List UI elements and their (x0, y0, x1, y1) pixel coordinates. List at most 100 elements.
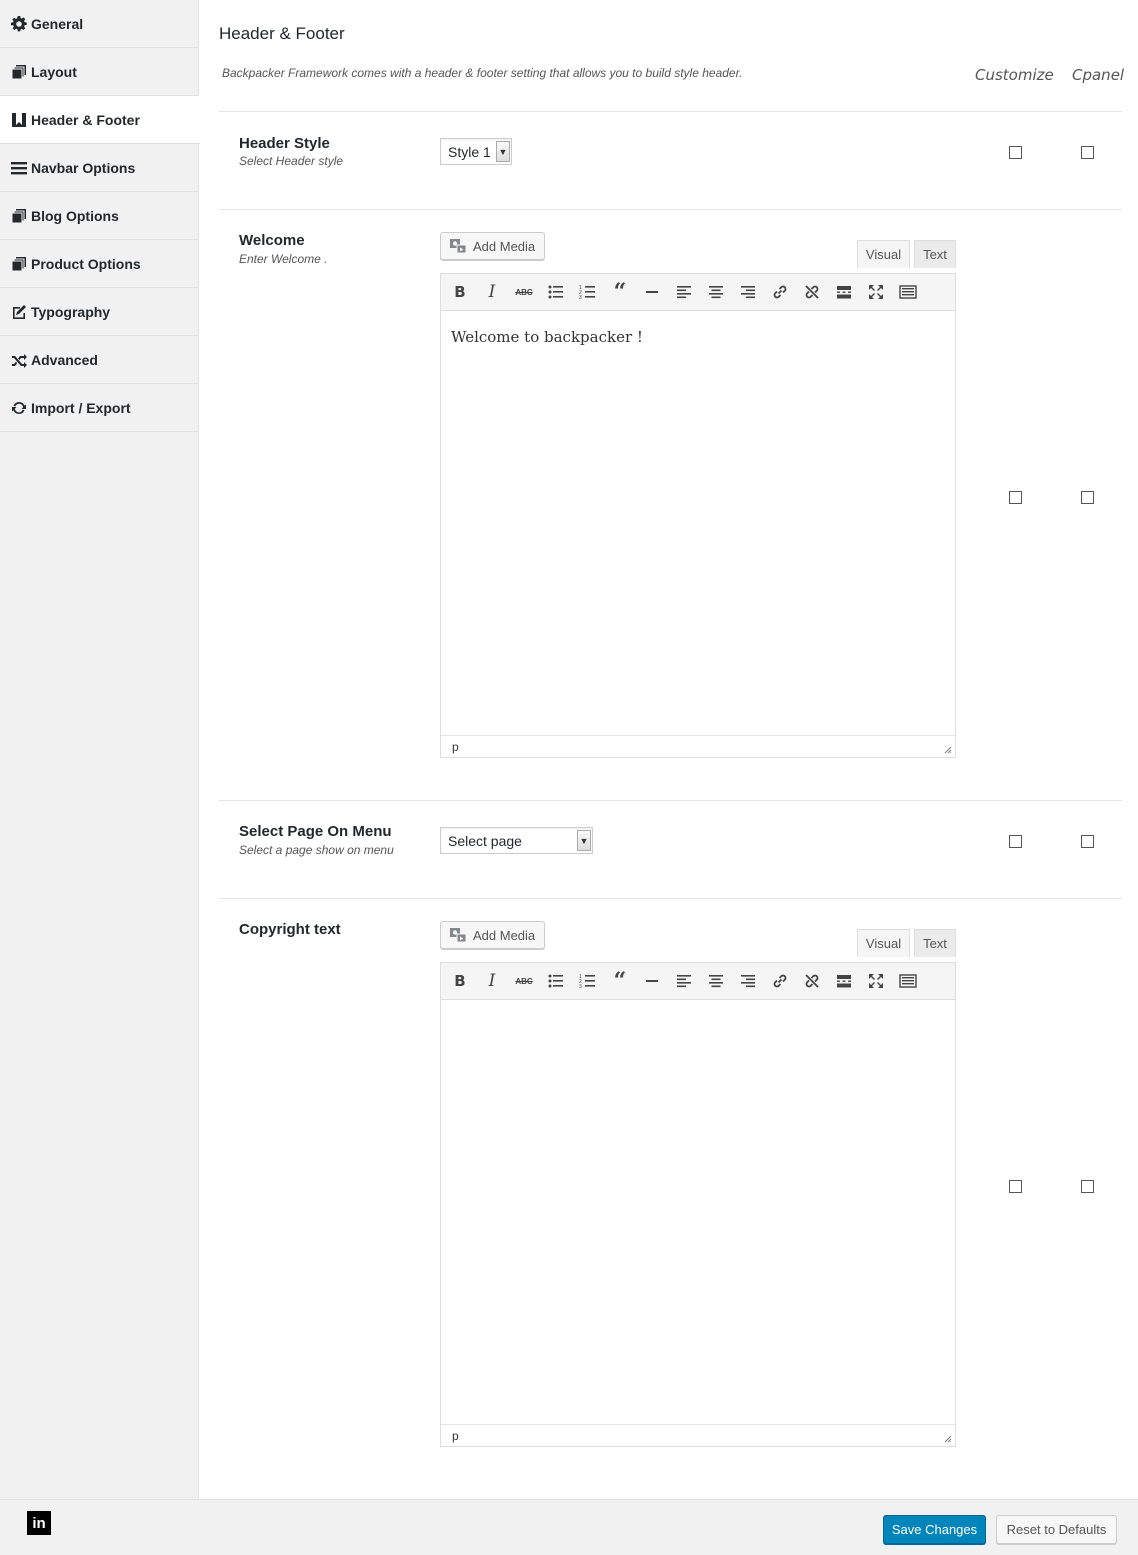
copyright-customize-checkbox[interactable] (1009, 1180, 1022, 1193)
bold-icon[interactable]: B (444, 967, 476, 995)
tab-text[interactable]: Text (914, 240, 956, 268)
select-page-cpanel-checkbox[interactable] (1081, 835, 1094, 848)
media-icon (450, 928, 467, 943)
bullet-list-icon[interactable] (540, 278, 572, 306)
tab-text[interactable]: Text (914, 929, 956, 957)
sidebar-item-label: Header & Footer (31, 111, 140, 128)
linkedin-icon[interactable]: in (27, 1511, 51, 1535)
align-right-icon[interactable] (732, 967, 764, 995)
editor-box: B I ABC 123 “ Welcome to backpacker ! p (440, 273, 956, 758)
select-page-label: Select Page On Menu (239, 823, 392, 840)
copyright-label: Copyright text (239, 921, 341, 938)
fullscreen-icon[interactable] (860, 967, 892, 995)
welcome-label: Welcome (239, 232, 305, 249)
editor-path-label: p (452, 739, 459, 754)
header-style-select[interactable]: Style 1 ▼ (440, 138, 512, 165)
sidebar-item-label: Typography (31, 303, 111, 320)
page-description: Backpacker Framework comes with a header… (222, 66, 743, 80)
read-more-icon[interactable] (828, 967, 860, 995)
align-left-icon[interactable] (668, 278, 700, 306)
header-style-sublabel: Select Header style (239, 154, 344, 168)
resize-handle-icon[interactable] (944, 746, 952, 754)
align-left-icon[interactable] (668, 967, 700, 995)
save-changes-button[interactable]: Save Changes (883, 1515, 986, 1544)
welcome-cpanel-checkbox[interactable] (1081, 491, 1094, 504)
header-style-customize-checkbox[interactable] (1009, 146, 1022, 159)
welcome-content[interactable]: Welcome to backpacker ! (441, 311, 955, 363)
divider (219, 111, 1122, 112)
header-style-value: Style 1 (448, 143, 491, 160)
bars-icon (10, 159, 27, 176)
strikethrough-icon[interactable]: ABC (508, 967, 540, 995)
page-title: Header & Footer (219, 24, 345, 43)
read-more-icon[interactable] (828, 278, 860, 306)
reset-defaults-button[interactable]: Reset to Defaults (996, 1515, 1117, 1544)
align-center-icon[interactable] (700, 278, 732, 306)
unlink-icon[interactable] (796, 278, 828, 306)
sidebar-item-label: General (31, 15, 84, 32)
chevron-down-icon: ▼ (577, 830, 591, 851)
link-icon[interactable] (764, 967, 796, 995)
numbered-list-icon[interactable]: 123 (572, 278, 604, 306)
sidebar-item-label: Blog Options (31, 207, 119, 224)
copyright-content[interactable] (441, 1000, 955, 1034)
bold-icon[interactable]: B (444, 278, 476, 306)
sidebar: General Layout Header & Footer Navbar Op… (0, 0, 200, 1499)
footer-bar: in Save Changes Reset to Defaults (0, 1499, 1138, 1555)
editor-path: p (441, 735, 955, 757)
sidebar-item-general[interactable]: General (0, 0, 198, 48)
tab-visual[interactable]: Visual (857, 240, 910, 268)
sidebar-item-layout[interactable]: Layout (0, 48, 198, 96)
sidebar-item-navbar-options[interactable]: Navbar Options (0, 144, 198, 192)
add-media-button[interactable]: Add Media (440, 921, 545, 949)
book-icon (10, 111, 27, 128)
sidebar-item-typography[interactable]: Typography (0, 288, 198, 336)
gear-icon (10, 15, 27, 32)
editor-path: p (441, 1424, 955, 1446)
unlink-icon[interactable] (796, 967, 828, 995)
editor-toolbar: B I ABC 123 “ (441, 274, 955, 311)
select-page-dropdown[interactable]: Select page ▼ (440, 827, 593, 854)
blockquote-icon[interactable]: “ (604, 278, 636, 306)
column-header-cpanel: Cpanel (1072, 66, 1125, 84)
sidebar-item-product-options[interactable]: Product Options (0, 240, 198, 288)
media-icon (450, 239, 467, 254)
svg-text:3: 3 (579, 295, 582, 301)
keyboard-icon[interactable] (892, 278, 924, 306)
svg-text:3: 3 (579, 984, 582, 990)
column-header-customize: Customize (975, 66, 1054, 84)
fullscreen-icon[interactable] (860, 278, 892, 306)
link-icon[interactable] (764, 278, 796, 306)
horizontal-line-icon[interactable] (636, 967, 668, 995)
sidebar-item-import-export[interactable]: Import / Export (0, 384, 198, 432)
keyboard-icon[interactable] (892, 967, 924, 995)
add-media-button[interactable]: Add Media (440, 232, 545, 260)
sidebar-item-header-footer[interactable]: Header & Footer (0, 96, 200, 144)
sidebar-item-blog-options[interactable]: Blog Options (0, 192, 198, 240)
sidebar-item-label: Layout (31, 63, 77, 80)
align-right-icon[interactable] (732, 278, 764, 306)
add-media-label: Add Media (473, 238, 536, 254)
align-center-icon[interactable] (700, 967, 732, 995)
select-page-customize-checkbox[interactable] (1009, 835, 1022, 848)
bullet-list-icon[interactable] (540, 967, 572, 995)
sidebar-item-advanced[interactable]: Advanced (0, 336, 198, 384)
blockquote-icon[interactable]: “ (604, 967, 636, 995)
resize-handle-icon[interactable] (944, 1435, 952, 1443)
editor-box: B I ABC 123 “ p (440, 962, 956, 1447)
editor-path-label: p (452, 1428, 459, 1443)
tab-visual[interactable]: Visual (857, 929, 910, 957)
welcome-sublabel: Enter Welcome . (239, 252, 328, 266)
divider (219, 800, 1122, 801)
italic-icon[interactable]: I (476, 278, 508, 306)
copy-icon (10, 207, 27, 224)
welcome-customize-checkbox[interactable] (1009, 491, 1022, 504)
add-media-label: Add Media (473, 927, 536, 943)
copyright-cpanel-checkbox[interactable] (1081, 1180, 1094, 1193)
sidebar-item-label: Product Options (31, 255, 141, 272)
header-style-cpanel-checkbox[interactable] (1081, 146, 1094, 159)
strikethrough-icon[interactable]: ABC (508, 278, 540, 306)
italic-icon[interactable]: I (476, 967, 508, 995)
horizontal-line-icon[interactable] (636, 278, 668, 306)
numbered-list-icon[interactable]: 123 (572, 967, 604, 995)
